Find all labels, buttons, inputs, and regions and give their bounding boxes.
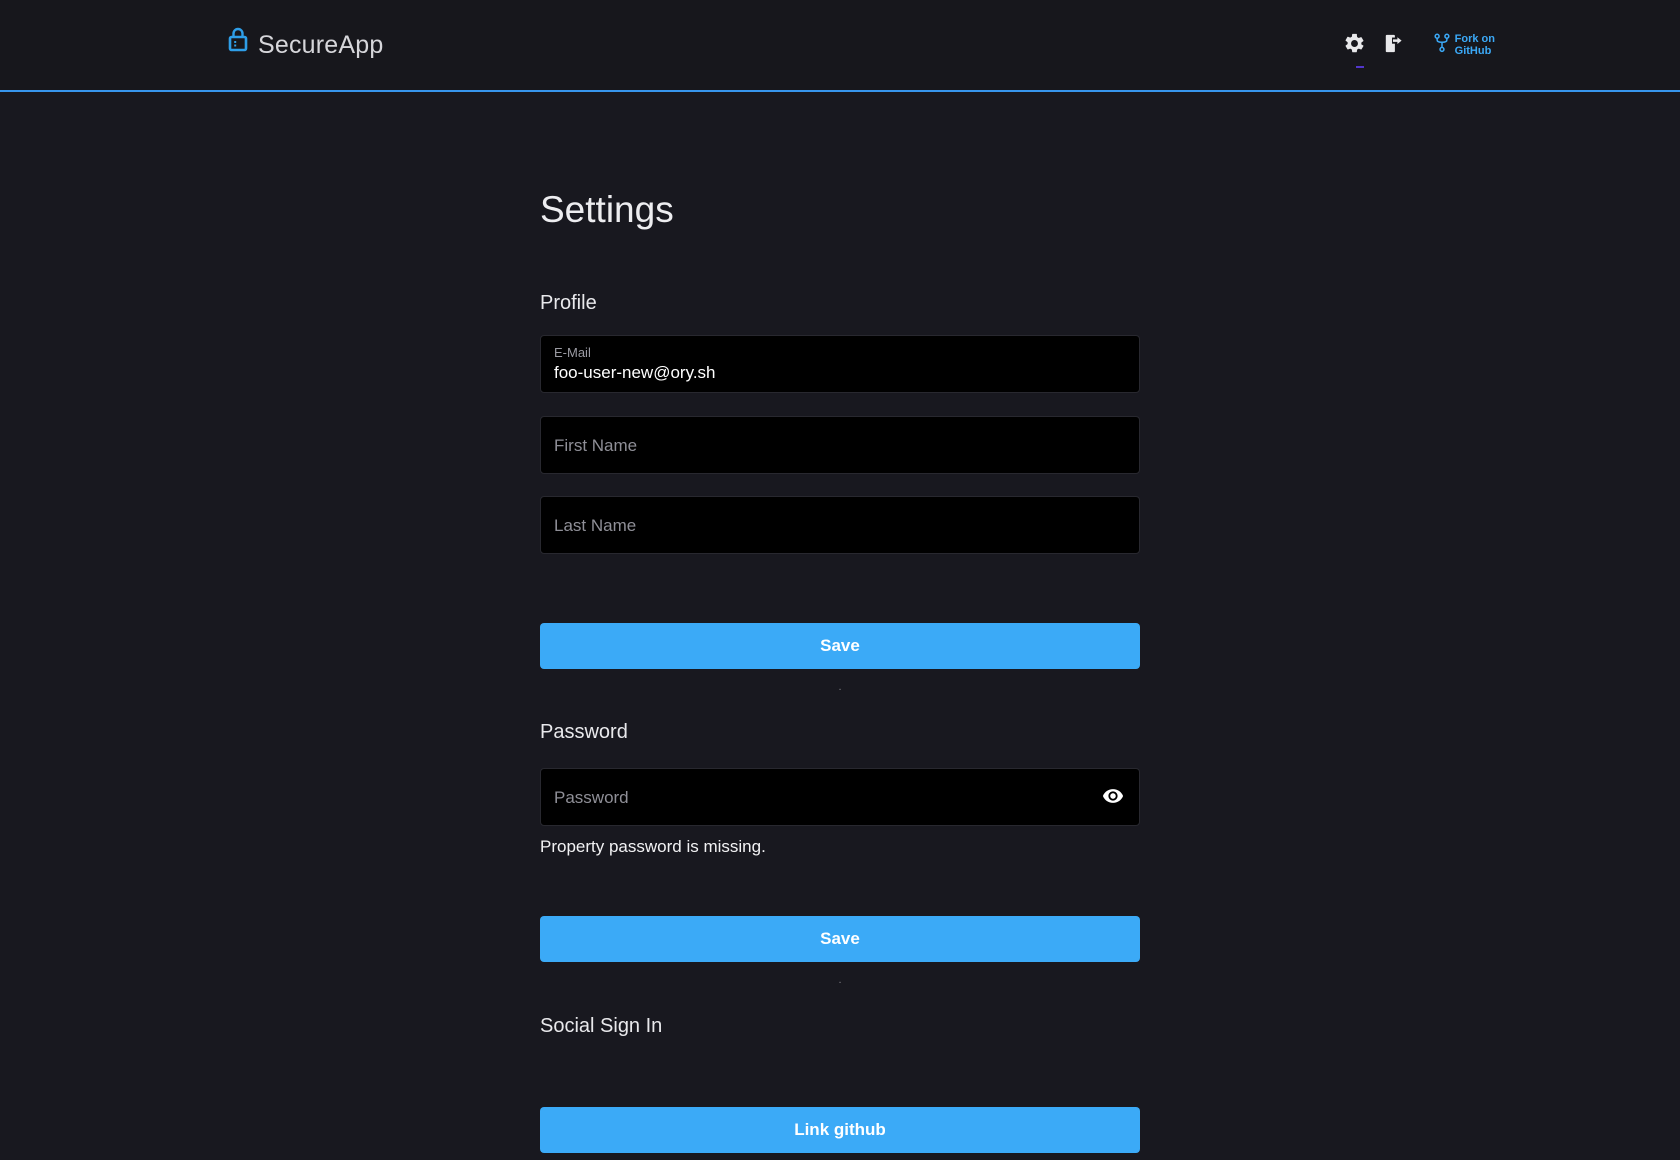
- profile-save-button[interactable]: Save: [540, 623, 1140, 669]
- last-name-input[interactable]: [554, 514, 1126, 537]
- lock-icon: [226, 27, 250, 58]
- logout-button[interactable]: [1381, 32, 1404, 58]
- navbar-actions: Fork on GitHub: [1343, 32, 1495, 59]
- first-name-field-container: [540, 416, 1140, 474]
- toggle-password-visibility-button[interactable]: [1100, 785, 1126, 810]
- page-title: Settings: [540, 188, 1140, 232]
- git-fork-icon: [1433, 32, 1451, 59]
- gear-icon: [1343, 32, 1366, 58]
- fork-on-github-link[interactable]: Fork on GitHub: [1433, 32, 1495, 59]
- link-github-button[interactable]: Link github: [540, 1107, 1140, 1153]
- password-form-message: .: [540, 975, 1140, 985]
- brand-title: SecureApp: [258, 31, 384, 60]
- top-navbar: SecureApp: [0, 0, 1680, 92]
- profile-form-message: .: [540, 682, 1140, 692]
- fork-link-text: Fork on GitHub: [1455, 33, 1495, 57]
- email-input[interactable]: [554, 361, 1126, 384]
- email-field-label: E-Mail: [554, 344, 1126, 361]
- last-name-field-container: [540, 496, 1140, 554]
- profile-heading: Profile: [540, 291, 1140, 315]
- social-sign-in-heading: Social Sign In: [540, 1014, 1140, 1038]
- first-name-input[interactable]: [554, 434, 1126, 457]
- email-field-container: E-Mail: [540, 335, 1140, 393]
- brand[interactable]: SecureApp: [226, 31, 384, 60]
- password-field-container: [540, 768, 1140, 826]
- password-save-button[interactable]: Save: [540, 916, 1140, 962]
- eye-icon: [1102, 785, 1124, 810]
- logout-icon: [1381, 32, 1404, 58]
- gear-underscore-mark: [1356, 66, 1364, 68]
- password-error-message: Property password is missing.: [540, 836, 1140, 857]
- settings-button[interactable]: [1343, 32, 1366, 58]
- password-input[interactable]: [554, 786, 1100, 809]
- password-heading: Password: [540, 720, 1140, 744]
- settings-page: Settings Profile E-Mail Save . Password …: [540, 188, 1140, 1153]
